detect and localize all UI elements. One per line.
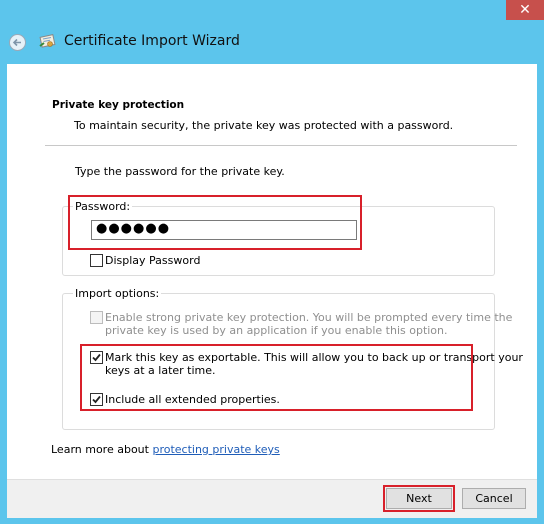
next-highlight [383, 485, 455, 512]
page-heading: Private key protection [52, 99, 185, 111]
back-arrow-icon [12, 38, 21, 47]
close-icon: ✕ [519, 2, 531, 18]
page-description: To maintain security, the private key wa… [74, 119, 454, 132]
close-button[interactable]: ✕ [506, 0, 544, 20]
learn-more-prefix: Learn more about [51, 443, 153, 456]
wizard-content: Private key protection To maintain secur… [7, 64, 537, 479]
back-button[interactable] [9, 34, 26, 51]
strong-protection-line2: private key is used by an application if… [105, 324, 448, 337]
strong-protection-line1: Enable strong private key protection. Yo… [105, 311, 513, 324]
display-password-checkbox[interactable] [90, 254, 103, 267]
wizard-footer: Next Cancel [7, 479, 537, 518]
password-highlight [68, 195, 362, 250]
import-options-label: Import options: [73, 287, 162, 300]
wizard-title: Certificate Import Wizard [64, 33, 240, 49]
import-options-highlight [80, 344, 473, 411]
header-separator [45, 145, 517, 146]
cancel-button[interactable]: Cancel [462, 488, 526, 509]
display-password-label: Display Password [105, 254, 201, 267]
strong-protection-checkbox[interactable] [90, 311, 103, 324]
learn-more-text: Learn more about protecting private keys [51, 443, 280, 456]
password-instruction: Type the password for the private key. [75, 165, 285, 178]
certificate-icon [39, 34, 56, 48]
protecting-private-keys-link[interactable]: protecting private keys [152, 443, 279, 456]
